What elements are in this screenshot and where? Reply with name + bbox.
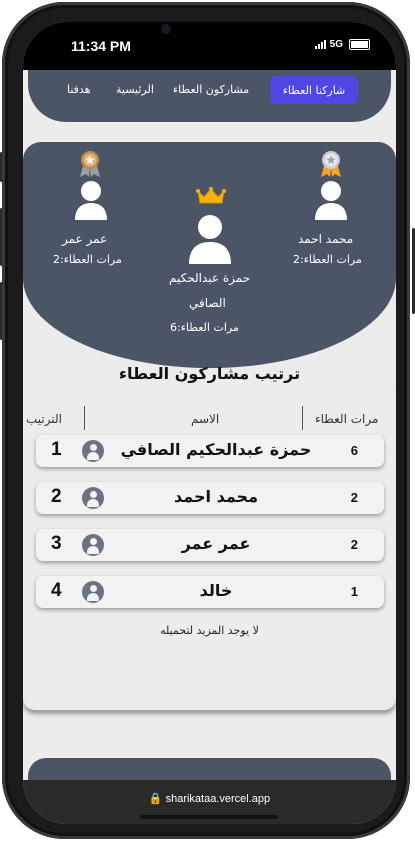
third-place-name: عمر عمر — [62, 232, 108, 246]
user-avatar-icon — [75, 181, 107, 220]
row-name: محمد احمد — [174, 487, 258, 506]
nav-item-home[interactable]: الرئيسية — [116, 83, 154, 96]
row-name: عمر عمر — [181, 534, 251, 553]
ranking-row[interactable]: 3 عمر عمر 2 — [36, 529, 384, 561]
url-text: sharikataa.vercel.app — [165, 793, 271, 805]
header-divider — [84, 406, 85, 430]
lock-icon: 🔒 — [148, 793, 163, 805]
phone-screen: 11:34 PM 5G شاركنا العطاء مشاركون العطاء… — [23, 22, 396, 824]
signal-icon — [314, 40, 326, 49]
row-count: 2 — [350, 537, 358, 552]
browser-address-bar[interactable]: 🔒 sharikataa.vercel.app — [23, 780, 396, 824]
home-indicator[interactable] — [140, 815, 278, 819]
first-place-name-line2: الصافي — [189, 296, 226, 310]
row-rank: 1 — [51, 439, 62, 460]
row-rank: 2 — [51, 486, 62, 507]
first-place-count: مرات العطاء:6 — [170, 321, 239, 334]
silver-medal-icon — [321, 151, 341, 177]
second-place-name: محمد احمد — [298, 232, 354, 246]
user-circle-icon — [82, 581, 104, 603]
row-name: حمزة عبدالحكيم الصافي — [120, 440, 312, 459]
user-avatar-icon — [315, 181, 347, 220]
battery-icon — [349, 39, 370, 50]
bronze-medal-icon — [80, 151, 100, 177]
network-status: 5G — [314, 39, 370, 50]
status-time: 11:34 PM — [71, 38, 131, 54]
nav-item-share-giving[interactable]: شاركنا العطاء — [270, 76, 358, 104]
row-count: 1 — [350, 584, 358, 599]
user-circle-icon — [82, 534, 104, 556]
header-name: الاسم — [191, 412, 220, 426]
ranking-row[interactable]: 4 خالد 1 — [36, 576, 384, 608]
top-donors-podium: محمد احمد مرات العطاء:2 عمر عمر مرات الع… — [23, 142, 396, 368]
row-count: 2 — [350, 490, 358, 505]
row-rank: 3 — [51, 533, 62, 554]
ranking-row[interactable]: 2 محمد احمد 2 — [36, 482, 384, 514]
row-count: 6 — [350, 443, 358, 458]
user-circle-icon — [82, 440, 104, 462]
user-avatar-icon — [189, 215, 231, 264]
header-rank: الترتيب — [26, 412, 62, 426]
header-count: مرات العطاء — [315, 412, 379, 426]
status-bar: 11:34 PM 5G — [23, 22, 396, 70]
nav-item-our-goal[interactable]: هدفنا — [67, 83, 91, 96]
header-divider — [302, 406, 303, 430]
ranking-row[interactable]: 1 حمزة عبدالحكيم الصافي 6 — [36, 435, 384, 467]
url-display[interactable]: 🔒 sharikataa.vercel.app — [23, 792, 396, 805]
row-rank: 4 — [51, 580, 62, 601]
third-place-count: مرات العطاء:2 — [53, 253, 122, 266]
ranking-title: ترتيب مشاركون العطاء — [118, 364, 301, 383]
second-place-count: مرات العطاء:2 — [293, 253, 362, 266]
crown-icon — [196, 187, 226, 204]
top-nav: شاركنا العطاء مشاركون العطاء الرئيسية هد… — [28, 70, 391, 122]
first-place-name-line1: حمزة عبدالحكيم — [169, 271, 251, 285]
phone-frame: 11:34 PM 5G شاركنا العطاء مشاركون العطاء… — [2, 2, 410, 839]
user-circle-icon — [82, 487, 104, 509]
no-more-message: لا يوجد المزيد لتحميله — [160, 624, 259, 637]
nav-item-participants[interactable]: مشاركون العطاء — [173, 83, 249, 96]
row-name: خالد — [199, 581, 233, 600]
camera-icon — [161, 24, 171, 34]
network-type: 5G — [329, 39, 343, 50]
